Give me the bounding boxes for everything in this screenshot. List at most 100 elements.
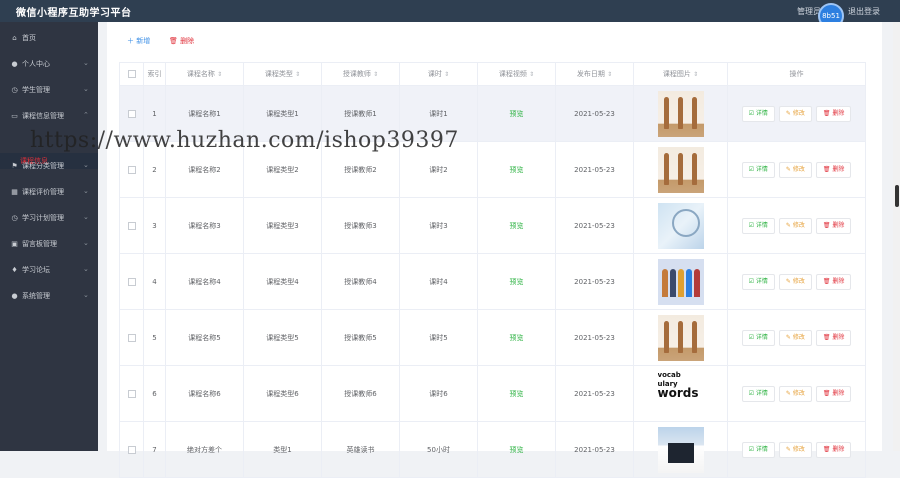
sidebar-item-course-category[interactable]: ⚑ 课程分类管理 ⌄ [0,158,98,176]
delete-button[interactable]: 🗑 删除 [815,105,852,122]
video-preview-link[interactable]: 预览 [510,278,524,286]
chevron-down-icon: ⌄ [83,85,89,93]
column-header-actions: 操作 [727,62,866,86]
sidebar-item-students[interactable]: ◷ 学生管理 ⌄ [0,82,98,100]
detail-button[interactable]: ☑ 详情 [741,441,775,458]
detail-button[interactable]: ☑ 详情 [741,385,775,402]
sidebar-item-personal-center[interactable]: ● 个人中心 ⌄ [0,56,98,74]
sidebar-item-forum[interactable]: ♦ 学习论坛 ⌄ [0,262,98,280]
cell-hours: 课时3 [399,197,478,254]
flag-icon: ⚑ [11,162,18,170]
detail-icon: ☑ [748,109,754,117]
column-header-type[interactable]: 课程类型 ⇕ [243,62,322,86]
delete-button[interactable]: 🗑 删除 [815,161,852,178]
cell-index: 6 [143,365,166,422]
table-row: 4 课程名称4 课程类型4 授课教师4 课时4 预览 2021-05-23 ☑ 详情 ✎ 修改 🗑… [119,253,866,310]
cell-actions: ☑ 详情 ✎ 修改 🗑 删除 [727,309,866,366]
course-image-thumbnail[interactable]: vocab ulary words [657,370,704,417]
sidebar-item-course-review[interactable]: ▦ 课程评价管理 ⌄ [0,184,98,202]
row-checkbox[interactable] [119,253,144,310]
detail-icon: ☑ [748,389,754,397]
cell-course-name: 课程名称5 [165,309,244,366]
column-header-date[interactable]: 发布日期 ⇕ [555,62,634,86]
sidebar-item-course-info[interactable]: ▭ 课程信息管理 ⌃ [0,108,98,126]
sort-icon: ⇕ [295,71,301,78]
sort-icon: ⇕ [444,71,450,78]
monitor-icon: ▭ [11,112,18,120]
video-preview-link[interactable]: 预览 [510,390,524,398]
sidebar-item-study-plan[interactable]: ◷ 学习计划管理 ⌄ [0,210,98,228]
delete-button[interactable]: 🗑 删除 [815,273,852,290]
course-image-thumbnail[interactable] [657,146,704,193]
delete-button[interactable]: 🗑 删除 [815,385,852,402]
sidebar-item-label: 学生管理 [22,86,50,94]
row-checkbox[interactable] [119,365,144,422]
column-header-video[interactable]: 课程视频 ⇕ [477,62,556,86]
cell-video: 预览 [477,197,556,254]
cell-actions: ☑ 详情 ✎ 修改 🗑 删除 [727,365,866,422]
column-header-name[interactable]: 课程名称 ⇕ [165,62,244,86]
select-all-checkbox[interactable] [119,62,144,86]
detail-button[interactable]: ☑ 详情 [741,329,775,346]
video-preview-link[interactable]: 预览 [510,222,524,230]
column-header-hours[interactable]: 课时 ⇕ [399,62,478,86]
chevron-down-icon: ⌄ [83,239,89,247]
logout-link[interactable]: 退出登录 [848,6,880,17]
cell-date: 2021-05-23 [555,85,634,142]
course-image-thumbnail[interactable] [657,90,704,137]
batch-delete-button[interactable]: 🗑 删除 [169,36,194,46]
add-button[interactable]: ＋ 新增 [127,36,150,46]
detail-button[interactable]: ☑ 详情 [741,273,775,290]
video-preview-link[interactable]: 预览 [510,446,524,454]
detail-icon: ☑ [748,445,754,453]
edit-button[interactable]: ✎ 修改 [778,385,812,402]
delete-button[interactable]: 🗑 删除 [815,329,852,346]
video-preview-link[interactable]: 预览 [510,166,524,174]
edit-button[interactable]: ✎ 修改 [778,217,812,234]
video-preview-link[interactable]: 预览 [510,110,524,118]
main-content: ＋ 新增 🗑 删除 索引 课程名称 ⇕ 课程类型 ⇕ 授课教师 ⇕ 课时 ⇕ 课… [107,22,882,478]
row-checkbox[interactable] [119,309,144,366]
delete-button[interactable]: 🗑 删除 [815,217,852,234]
edit-button[interactable]: ✎ 修改 [778,105,812,122]
detail-button[interactable]: ☑ 详情 [741,161,775,178]
sidebar-item-label: 留言板管理 [22,240,57,248]
edit-icon: ✎ [785,333,791,341]
sidebar-item-home[interactable]: ⌂ 首页 [0,30,98,48]
detail-button[interactable]: ☑ 详情 [741,217,775,234]
video-preview-link[interactable]: 预览 [510,334,524,342]
sidebar-item-message-board[interactable]: ▣ 留言板管理 ⌄ [0,236,98,254]
sidebar-item-system[interactable]: ● 系统管理 ⌄ [0,288,98,306]
detail-button[interactable]: ☑ 详情 [741,105,775,122]
sidebar: ⌂ 首页 ● 个人中心 ⌄ ◷ 学生管理 ⌄ ▭ 课程信息管理 ⌃ 课程信息 ⚑… [0,22,98,451]
cell-date: 2021-05-23 [555,253,634,310]
edit-button[interactable]: ✎ 修改 [778,273,812,290]
cell-image [633,421,728,478]
delete-button[interactable]: 🗑 删除 [815,441,852,458]
column-header-image[interactable]: 课程图片 ⇕ [633,62,728,86]
watermark-text: https://www.huzhan.com/ishop39397 [30,128,459,153]
course-image-thumbnail[interactable] [657,314,704,361]
cell-video: 预览 [477,253,556,310]
cell-actions: ☑ 详情 ✎ 修改 🗑 删除 [727,141,866,198]
user-icon: ● [11,60,18,68]
course-image-thumbnail[interactable] [657,426,704,473]
scrollbar-thumb[interactable] [895,185,899,207]
course-image-thumbnail[interactable] [657,258,704,305]
cell-video: 预览 [477,141,556,198]
edit-icon: ✎ [785,277,791,285]
cell-date: 2021-05-23 [555,421,634,478]
sidebar-item-label: 个人中心 [22,60,50,68]
detail-icon: ☑ [748,277,754,285]
edit-button[interactable]: ✎ 修改 [778,329,812,346]
scrollbar-track[interactable] [893,22,900,451]
row-checkbox[interactable] [119,421,144,478]
trash-icon: 🗑 [822,389,831,397]
edit-button[interactable]: ✎ 修改 [778,161,812,178]
table-row: 3 课程名称3 课程类型3 授课教师3 课时3 预览 2021-05-23 ☑ 详情 ✎ 修改 🗑… [119,197,866,254]
course-image-thumbnail[interactable] [657,202,704,249]
cell-course-name: 课程名称3 [165,197,244,254]
edit-button[interactable]: ✎ 修改 [778,441,812,458]
row-checkbox[interactable] [119,197,144,254]
column-header-teacher[interactable]: 授课教师 ⇕ [321,62,400,86]
